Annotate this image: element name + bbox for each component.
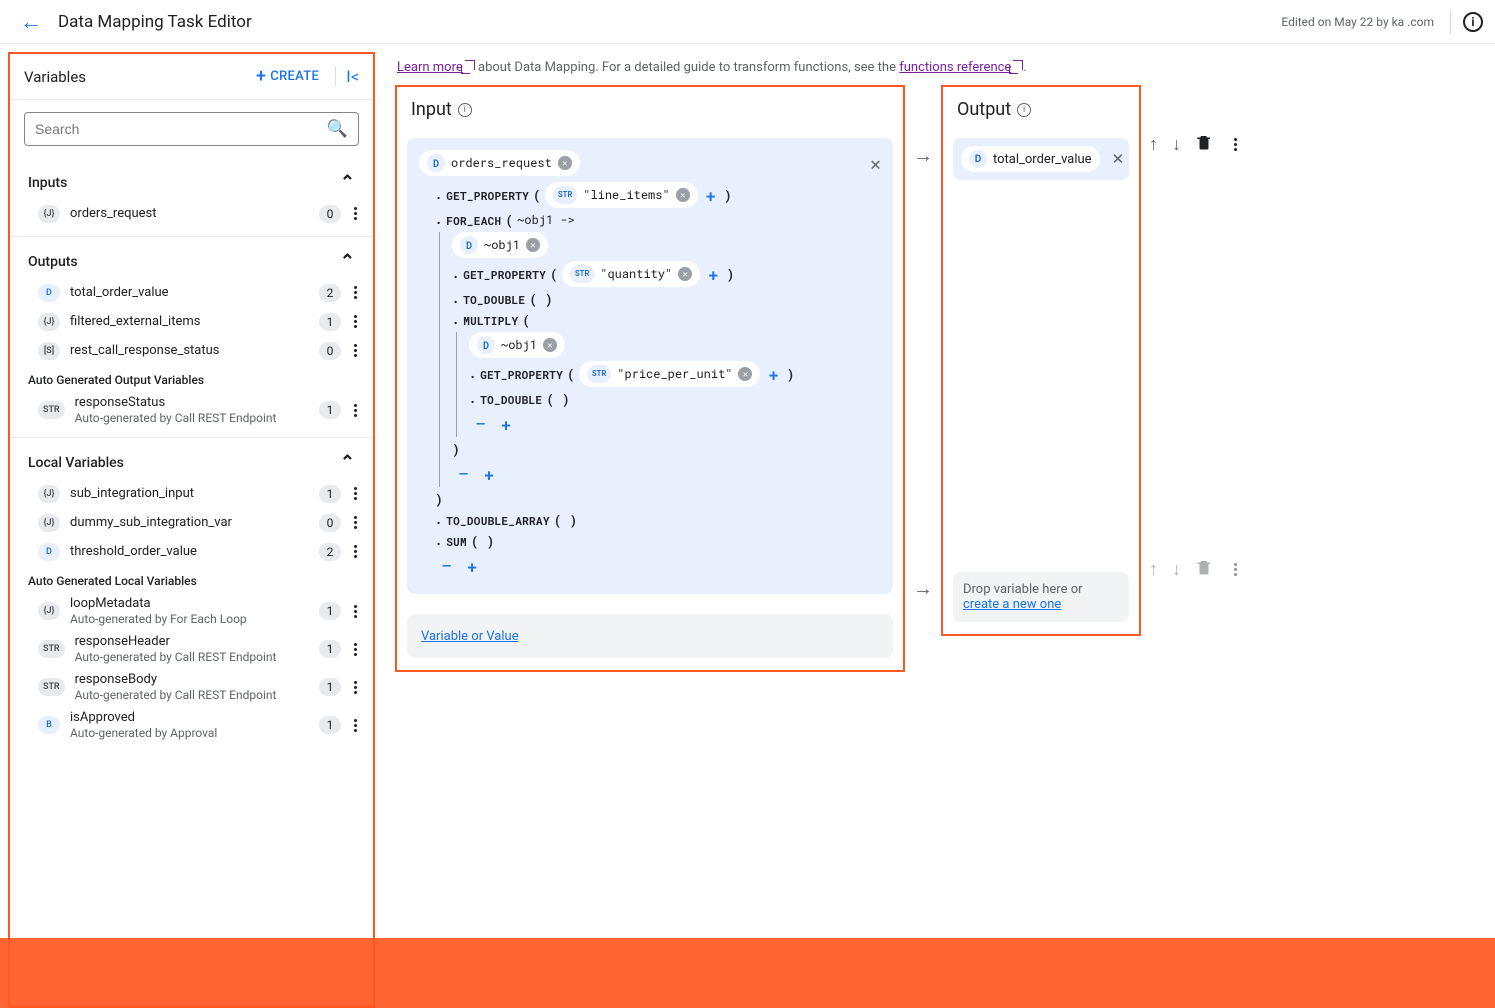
variable-row[interactable]: D threshold_order_value 2 xyxy=(10,537,373,566)
output-header: Output xyxy=(957,99,1011,120)
auto-output-subtitle: Auto Generated Output Variables xyxy=(10,365,373,391)
mapping-actions-row: ↑ ↓ xyxy=(1149,133,1243,156)
kebab-menu[interactable] xyxy=(347,541,363,562)
type-chip: {J} xyxy=(38,205,60,223)
variable-or-value-link[interactable]: Variable or Value xyxy=(421,629,519,644)
kebab-menu[interactable] xyxy=(347,311,363,332)
variable-row[interactable]: {J} orders_request 0 xyxy=(10,199,373,228)
kebab-menu[interactable] xyxy=(347,677,363,698)
edited-by-text: Edited on May 22 by ka .com xyxy=(1281,15,1434,29)
collapse-panel-icon[interactable]: Ⅰ< xyxy=(335,67,359,86)
output-drop-zone[interactable]: Drop variable here or create a new one xyxy=(953,572,1129,622)
input-column: Inputi D orders_request ✕ ✕ .GET_PROPERT… xyxy=(395,85,905,672)
kebab-menu[interactable] xyxy=(347,639,363,660)
clear-chip-icon[interactable]: ✕ xyxy=(558,156,572,170)
kebab-menu[interactable] xyxy=(347,512,363,533)
chevron-up-icon: ⌃ xyxy=(340,251,355,272)
kebab-menu[interactable] xyxy=(347,715,363,736)
kebab-menu[interactable] xyxy=(347,601,363,622)
kebab-menu[interactable] xyxy=(347,282,363,303)
chevron-up-icon: ⌃ xyxy=(340,172,355,193)
remove-button[interactable]: − xyxy=(435,553,459,579)
variables-sidebar: Variables +CREATE Ⅰ< 🔍 Inputs ⌃ {J} orde… xyxy=(8,52,375,1008)
remove-button[interactable]: − xyxy=(452,461,476,487)
obj-chip[interactable]: D~obj1✕ xyxy=(469,332,565,358)
app-header: ← Data Mapping Task Editor Edited on May… xyxy=(0,0,1495,44)
root-var-chip[interactable]: D orders_request ✕ xyxy=(419,150,580,176)
add-button[interactable]: + xyxy=(463,555,481,578)
move-up-icon[interactable]: ↑ xyxy=(1149,559,1158,580)
kebab-menu[interactable] xyxy=(1227,134,1243,155)
move-up-icon[interactable]: ↑ xyxy=(1149,134,1158,155)
output-variable-chip[interactable]: Dtotal_order_value ✕ xyxy=(953,138,1129,180)
info-banner: Learn more about Data Mapping. For a det… xyxy=(397,60,1475,75)
auto-local-subtitle: Auto Generated Local Variables xyxy=(10,566,373,592)
inputs-section-header[interactable]: Inputs ⌃ xyxy=(10,166,373,199)
kebab-menu[interactable] xyxy=(1227,559,1243,580)
obj-chip[interactable]: D~obj1✕ xyxy=(452,232,548,258)
variable-row[interactable]: {J} loopMetadata Auto-generated by For E… xyxy=(10,592,373,630)
variable-row[interactable]: D total_order_value 2 xyxy=(10,278,373,307)
chevron-up-icon: ⌃ xyxy=(340,452,355,473)
info-icon[interactable]: i xyxy=(1463,12,1483,32)
search-icon: 🔍 xyxy=(327,119,348,139)
arrow-right-icon: → xyxy=(913,143,933,168)
delete-icon[interactable] xyxy=(1195,133,1213,156)
move-down-icon[interactable]: ↓ xyxy=(1172,134,1181,155)
move-down-icon[interactable]: ↓ xyxy=(1172,559,1181,580)
clear-chip-icon[interactable]: ✕ xyxy=(676,188,690,202)
outputs-section-header[interactable]: Outputs ⌃ xyxy=(10,245,373,278)
external-link-icon xyxy=(1013,60,1023,70)
empty-mapping-slot[interactable]: Variable or Value xyxy=(407,614,893,658)
clear-chip-icon[interactable]: ✕ xyxy=(526,238,540,252)
arg-chip[interactable]: STR"price_per_unit"✕ xyxy=(579,361,761,387)
add-arg-button[interactable]: + xyxy=(704,263,722,286)
variable-row[interactable]: STR responseBody Auto-generated by Call … xyxy=(10,668,373,706)
kebab-menu[interactable] xyxy=(347,400,363,421)
learn-more-link[interactable]: Learn more xyxy=(397,60,463,75)
external-link-icon xyxy=(465,60,475,70)
delete-icon[interactable] xyxy=(1195,558,1213,581)
variable-row[interactable]: B isApproved Auto-generated by Approval … xyxy=(10,706,373,744)
input-header: Input xyxy=(411,99,452,120)
mapping-card[interactable]: D orders_request ✕ ✕ .GET_PROPERTY( STR"… xyxy=(407,138,893,594)
create-new-variable-link[interactable]: create a new one xyxy=(963,597,1061,612)
close-icon[interactable]: ✕ xyxy=(1112,150,1125,168)
variable-row[interactable]: [S] rest_call_response_status 0 xyxy=(10,336,373,365)
variable-row[interactable]: {J} filtered_external_items 1 xyxy=(10,307,373,336)
add-button[interactable]: + xyxy=(497,413,515,436)
remove-button[interactable]: − xyxy=(469,411,493,437)
info-icon[interactable]: i xyxy=(1017,103,1031,117)
variable-row[interactable]: STR responseStatus Auto-generated by Cal… xyxy=(10,391,373,429)
arg-chip[interactable]: STR"line_items"✕ xyxy=(545,182,698,208)
sidebar-title: Variables xyxy=(24,68,256,86)
add-arg-button[interactable]: + xyxy=(702,184,720,207)
search-input[interactable]: 🔍 xyxy=(24,112,359,146)
functions-reference-link[interactable]: functions reference xyxy=(899,60,1011,75)
add-button[interactable]: + xyxy=(480,463,498,486)
type-badge-d: D xyxy=(427,154,445,172)
back-arrow-icon[interactable]: ← xyxy=(12,5,50,39)
kebab-menu[interactable] xyxy=(347,203,363,224)
page-title: Data Mapping Task Editor xyxy=(58,12,252,32)
search-field[interactable] xyxy=(35,121,327,137)
variable-row[interactable]: STR responseHeader Auto-generated by Cal… xyxy=(10,630,373,668)
variable-row[interactable]: {J} sub_integration_input 1 xyxy=(10,479,373,508)
info-icon[interactable]: i xyxy=(458,103,472,117)
kebab-menu[interactable] xyxy=(347,340,363,361)
clear-chip-icon[interactable]: ✕ xyxy=(543,338,557,352)
clear-chip-icon[interactable]: ✕ xyxy=(738,367,752,381)
locals-section-header[interactable]: Local Variables ⌃ xyxy=(10,446,373,479)
mapping-actions-row: ↑ ↓ xyxy=(1149,558,1243,581)
create-variable-button[interactable]: +CREATE xyxy=(256,66,319,87)
close-icon[interactable]: ✕ xyxy=(870,151,881,175)
variable-row[interactable]: {J} dummy_sub_integration_var 0 xyxy=(10,508,373,537)
footer-highlight xyxy=(0,938,1495,1008)
arrow-right-icon: → xyxy=(913,576,933,601)
kebab-menu[interactable] xyxy=(347,483,363,504)
arg-chip[interactable]: STR"quantity"✕ xyxy=(562,261,700,287)
clear-chip-icon[interactable]: ✕ xyxy=(678,267,692,281)
output-column: Outputi Dtotal_order_value ✕ Drop variab… xyxy=(941,85,1141,636)
add-arg-button[interactable]: + xyxy=(764,363,782,386)
